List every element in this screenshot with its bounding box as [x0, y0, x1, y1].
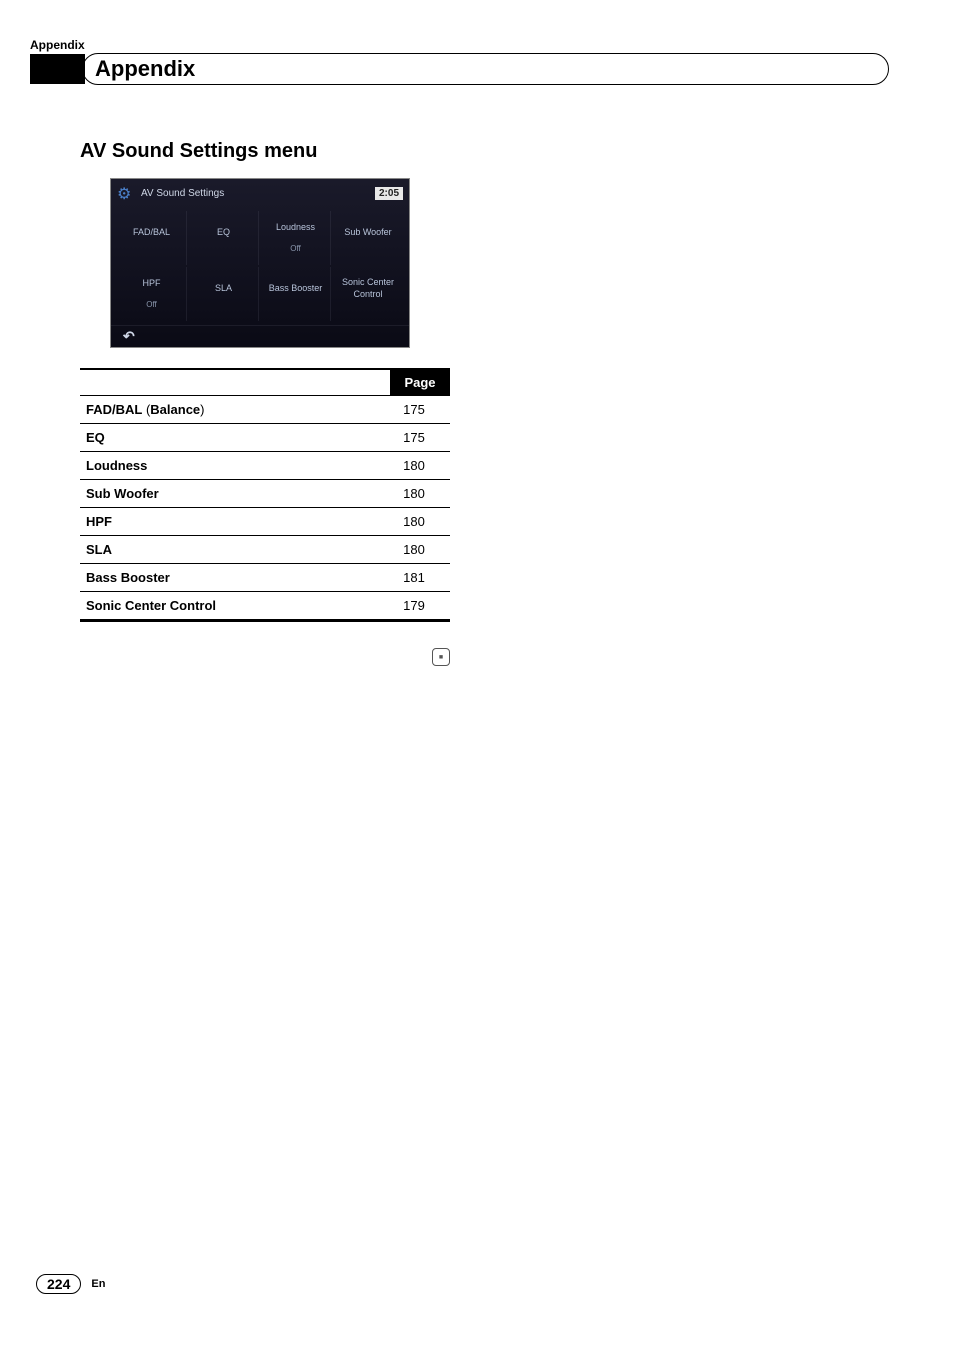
table-page: 179 [384, 598, 444, 613]
table-item: Bass Booster [86, 570, 384, 585]
table-header-row: Page [80, 368, 450, 396]
table-item: FAD/BAL (Balance) [86, 402, 384, 417]
table-page: 180 [384, 542, 444, 557]
section-heading: AV Sound Settings menu [80, 140, 317, 163]
cell-label: Loudness [276, 222, 315, 234]
screenshot-time: 2:05 [375, 187, 403, 200]
table-page: 175 [384, 430, 444, 445]
screenshot-cell: Sub Woofer [333, 211, 403, 265]
item-bold: Loudness [86, 458, 147, 473]
screenshot-cell: HPF Off [117, 267, 187, 321]
back-icon: ↶ [123, 328, 135, 345]
screenshot-cell: SLA [189, 267, 259, 321]
table-row: HPF 180 [80, 508, 450, 536]
table-row: Loudness 180 [80, 452, 450, 480]
cell-sub: Off [146, 300, 157, 310]
screenshot-cell: EQ [189, 211, 259, 265]
item-bold: HPF [86, 514, 112, 529]
section-end-icon [432, 648, 450, 666]
table-bottom-border [80, 620, 450, 622]
table-page: 180 [384, 458, 444, 473]
item-paren: ) [200, 402, 204, 417]
chapter-tab [30, 54, 85, 84]
item-balance: Balance [150, 402, 200, 417]
table-item: SLA [86, 542, 384, 557]
gear-icon [117, 184, 135, 202]
screenshot-grid: FAD/BAL EQ Loudness Off Sub Woofer HPF O… [111, 207, 409, 325]
table-page: 175 [384, 402, 444, 417]
screenshot-cell: FAD/BAL [117, 211, 187, 265]
table-row: SLA 180 [80, 536, 450, 564]
table-row: Bass Booster 181 [80, 564, 450, 592]
page-title: Appendix [95, 56, 195, 81]
cell-label: SLA [215, 283, 232, 295]
screenshot-cell: Loudness Off [261, 211, 331, 265]
table-item: Sonic Center Control [86, 598, 384, 613]
item-bold: SLA [86, 542, 112, 557]
cell-label: Sonic Center Control [333, 277, 403, 300]
table-page: 181 [384, 570, 444, 585]
table-header-empty [80, 370, 390, 395]
item-bold: Sub Woofer [86, 486, 159, 501]
reference-table: Page FAD/BAL (Balance) 175 EQ 175 Loudne… [80, 368, 450, 622]
cell-label: EQ [217, 227, 230, 239]
screenshot-cell: Bass Booster [261, 267, 331, 321]
table-row: Sonic Center Control 179 [80, 592, 450, 620]
item-bold: FAD/BAL [86, 402, 142, 417]
table-row: FAD/BAL (Balance) 175 [80, 396, 450, 424]
settings-screenshot: AV Sound Settings 2:05 FAD/BAL EQ Loudne… [110, 178, 410, 348]
title-container: Appendix [82, 53, 889, 85]
table-header-page: Page [390, 370, 450, 395]
page-number: 224 [36, 1274, 81, 1294]
header-bar: Appendix [30, 54, 889, 84]
item-bold: Bass Booster [86, 570, 170, 585]
table-item: Sub Woofer [86, 486, 384, 501]
table-row: EQ 175 [80, 424, 450, 452]
section-heading-prefix: AV Sound Settings [80, 140, 264, 162]
language-code: En [91, 1278, 105, 1290]
screenshot-footer: ↶ [111, 325, 409, 347]
table-row: Sub Woofer 180 [80, 480, 450, 508]
table-item: Loudness [86, 458, 384, 473]
page-footer: 224 En [36, 1274, 105, 1294]
screenshot-title: AV Sound Settings [141, 188, 375, 199]
cell-sub: Off [290, 244, 301, 254]
table-page: 180 [384, 486, 444, 501]
breadcrumb-label: Appendix [30, 38, 85, 52]
section-heading-suffix: menu [264, 140, 317, 162]
cell-label: HPF [143, 278, 161, 290]
table-page: 180 [384, 514, 444, 529]
cell-label: FAD/BAL [133, 227, 170, 239]
screenshot-header: AV Sound Settings 2:05 [111, 179, 409, 207]
item-bold: EQ [86, 430, 105, 445]
table-item: HPF [86, 514, 384, 529]
item-bold: Sonic Center Control [86, 598, 216, 613]
screenshot-cell: Sonic Center Control [333, 267, 403, 321]
cell-label: Bass Booster [269, 283, 323, 295]
table-item: EQ [86, 430, 384, 445]
cell-label: Sub Woofer [344, 227, 391, 239]
